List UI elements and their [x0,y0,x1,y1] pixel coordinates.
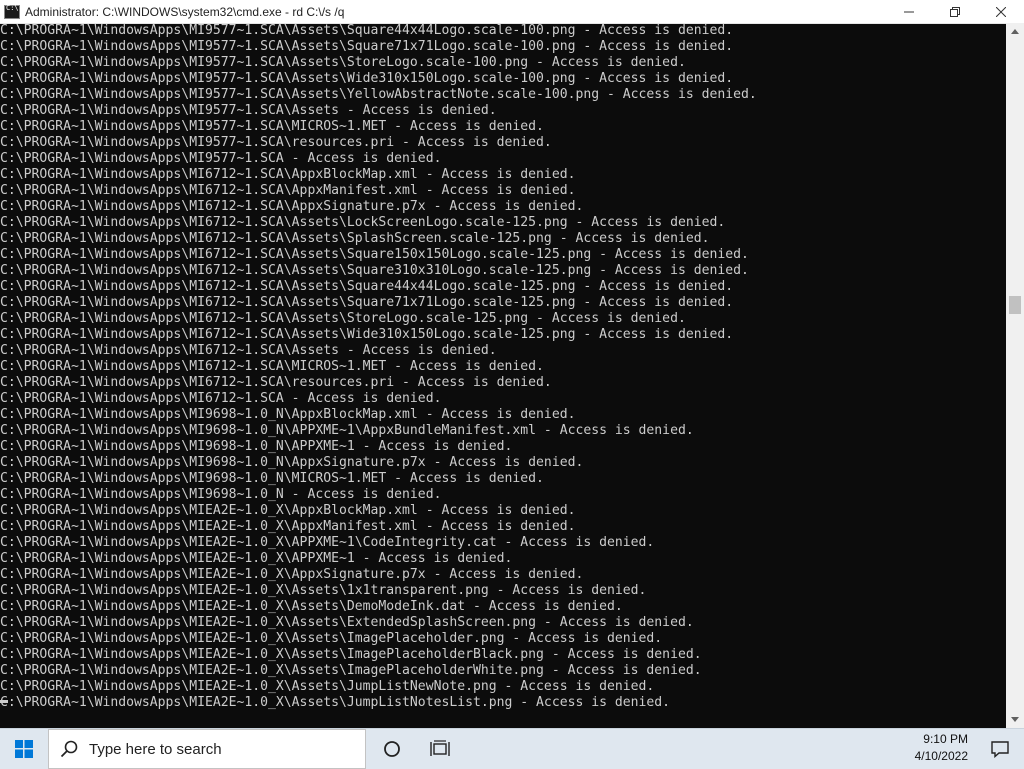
close-button[interactable] [978,0,1024,23]
console-line: C:\PROGRA~1\WindowsApps\MIEA2E~1.0_X\App… [0,567,584,582]
window-title: Administrator: C:\WINDOWS\system32\cmd.e… [25,4,345,19]
cmd-window: Administrator: C:\WINDOWS\system32\cmd.e… [0,0,1024,728]
console-line: C:\PROGRA~1\WindowsApps\MI6712~1.SCA\Ass… [0,247,749,262]
scroll-up-button[interactable] [1006,23,1024,40]
search-icon [60,740,78,758]
console-line: C:\PROGRA~1\WindowsApps\MI9698~1.0_N\App… [0,407,576,422]
text-cursor [0,700,8,703]
window-controls [886,0,1024,23]
taskbar-search-box[interactable]: Type here to search [48,729,366,769]
minimize-button[interactable] [886,0,932,23]
console-line: C:\PROGRA~1\WindowsApps\MI6712~1.SCA\App… [0,167,576,182]
start-button[interactable] [0,729,48,769]
console-line: C:\PROGRA~1\WindowsApps\MI9577~1.SCA - A… [0,151,442,166]
restore-icon [950,6,960,17]
title-bar[interactable]: Administrator: C:\WINDOWS\system32\cmd.e… [0,0,1024,24]
console-line: C:\PROGRA~1\WindowsApps\MI6712~1.SCA\Ass… [0,343,497,358]
console-line: C:\PROGRA~1\WindowsApps\MIEA2E~1.0_X\Ass… [0,647,702,662]
console-line: C:\PROGRA~1\WindowsApps\MI9577~1.SCA\MIC… [0,119,544,134]
console-line: C:\PROGRA~1\WindowsApps\MI9698~1.0_N\MIC… [0,471,544,486]
console-line: C:\PROGRA~1\WindowsApps\MIEA2E~1.0_X\APP… [0,535,655,550]
console-line: C:\PROGRA~1\WindowsApps\MI9698~1.0_N - A… [0,487,442,502]
console-line: C:\PROGRA~1\WindowsApps\MI6712~1.SCA\Ass… [0,263,749,278]
taskbar: Type here to search 9:10 PM 4/10/2022 [0,728,1024,769]
console-line: C:\PROGRA~1\WindowsApps\MI6712~1.SCA\Ass… [0,295,734,310]
console-line: C:\PROGRA~1\WindowsApps\MI6712~1.SCA\res… [0,375,552,390]
close-icon [996,6,1006,17]
console-line: C:\PROGRA~1\WindowsApps\MI9698~1.0_N\App… [0,455,584,470]
scroll-thumb[interactable] [1009,296,1021,314]
console-line: C:\PROGRA~1\WindowsApps\MI9577~1.SCA\Ass… [0,71,734,86]
console-line: C:\PROGRA~1\WindowsApps\MIEA2E~1.0_X\App… [0,503,576,518]
console-line: C:\PROGRA~1\WindowsApps\MIEA2E~1.0_X\Ass… [0,599,623,614]
restore-button[interactable] [932,0,978,23]
console-line: C:\PROGRA~1\WindowsApps\MIEA2E~1.0_X\Ass… [0,583,647,598]
console-line: C:\PROGRA~1\WindowsApps\MIEA2E~1.0_X\Ass… [0,663,702,678]
system-clock[interactable]: 9:10 PM 4/10/2022 [896,731,976,767]
console-line: C:\PROGRA~1\WindowsApps\MI9577~1.SCA\Ass… [0,103,497,118]
console-line: C:\PROGRA~1\WindowsApps\MI6712~1.SCA\Ass… [0,279,734,294]
console-line: C:\PROGRA~1\WindowsApps\MI9577~1.SCA\Ass… [0,23,734,38]
console-line: C:\PROGRA~1\WindowsApps\MI6712~1.SCA\Ass… [0,311,686,326]
cortana-button[interactable] [368,729,416,769]
task-view-button[interactable] [416,729,464,769]
cortana-icon [384,741,400,757]
scroll-down-button[interactable] [1006,711,1024,728]
console-line: C:\PROGRA~1\WindowsApps\MIEA2E~1.0_X\Ass… [0,615,694,630]
clock-time: 9:10 PM [923,732,968,746]
console-line: C:\PROGRA~1\WindowsApps\MI9577~1.SCA\res… [0,135,552,150]
console-line: C:\PROGRA~1\WindowsApps\MI9698~1.0_N\APP… [0,423,694,438]
search-placeholder: Type here to search [89,740,222,758]
console-line: C:\PROGRA~1\WindowsApps\MI9577~1.SCA\Ass… [0,55,686,70]
cmd-app-icon [4,4,20,19]
console-line: C:\PROGRA~1\WindowsApps\MI6712~1.SCA\MIC… [0,359,544,374]
console-line: C:\PROGRA~1\WindowsApps\MI6712~1.SCA\App… [0,183,576,198]
console-line: C:\PROGRA~1\WindowsApps\MI6712~1.SCA\Ass… [0,327,734,342]
action-center-button[interactable] [976,729,1024,769]
console-line: C:\PROGRA~1\WindowsApps\MIEA2E~1.0_X\Ass… [0,631,663,646]
console-line: C:\PROGRA~1\WindowsApps\MIEA2E~1.0_X\App… [0,519,576,534]
minimize-icon [904,11,914,12]
console-line: C:\PROGRA~1\WindowsApps\MI6712~1.SCA\Ass… [0,215,726,230]
scroll-up-icon [1011,29,1019,34]
task-view-icon [430,740,450,756]
console-line: C:\PROGRA~1\WindowsApps\MIEA2E~1.0_X\Ass… [0,679,655,694]
notification-icon [991,741,1009,758]
console-line: C:\PROGRA~1\WindowsApps\MI9577~1.SCA\Ass… [0,39,734,54]
console-line: C:\PROGRA~1\WindowsApps\MIEA2E~1.0_X\Ass… [0,695,671,710]
console-line: C:\PROGRA~1\WindowsApps\MI6712~1.SCA\Ass… [0,231,710,246]
console-line: C:\PROGRA~1\WindowsApps\MI9577~1.SCA\Ass… [0,87,757,102]
console-line: C:\PROGRA~1\WindowsApps\MI6712~1.SCA - A… [0,391,442,406]
windows-start-icon [15,740,33,758]
console-line: C:\PROGRA~1\WindowsApps\MIEA2E~1.0_X\APP… [0,551,513,566]
console-line: C:\PROGRA~1\WindowsApps\MI9698~1.0_N\APP… [0,439,513,454]
clock-date: 4/10/2022 [914,749,968,763]
console-output[interactable]: C:\PROGRA~1\WindowsApps\MI9577~1.SCA\Ass… [0,23,1006,728]
console-line: C:\PROGRA~1\WindowsApps\MI6712~1.SCA\App… [0,199,584,214]
vertical-scrollbar[interactable] [1006,23,1024,728]
scroll-down-icon [1011,717,1019,722]
search-icon-container [49,740,89,758]
